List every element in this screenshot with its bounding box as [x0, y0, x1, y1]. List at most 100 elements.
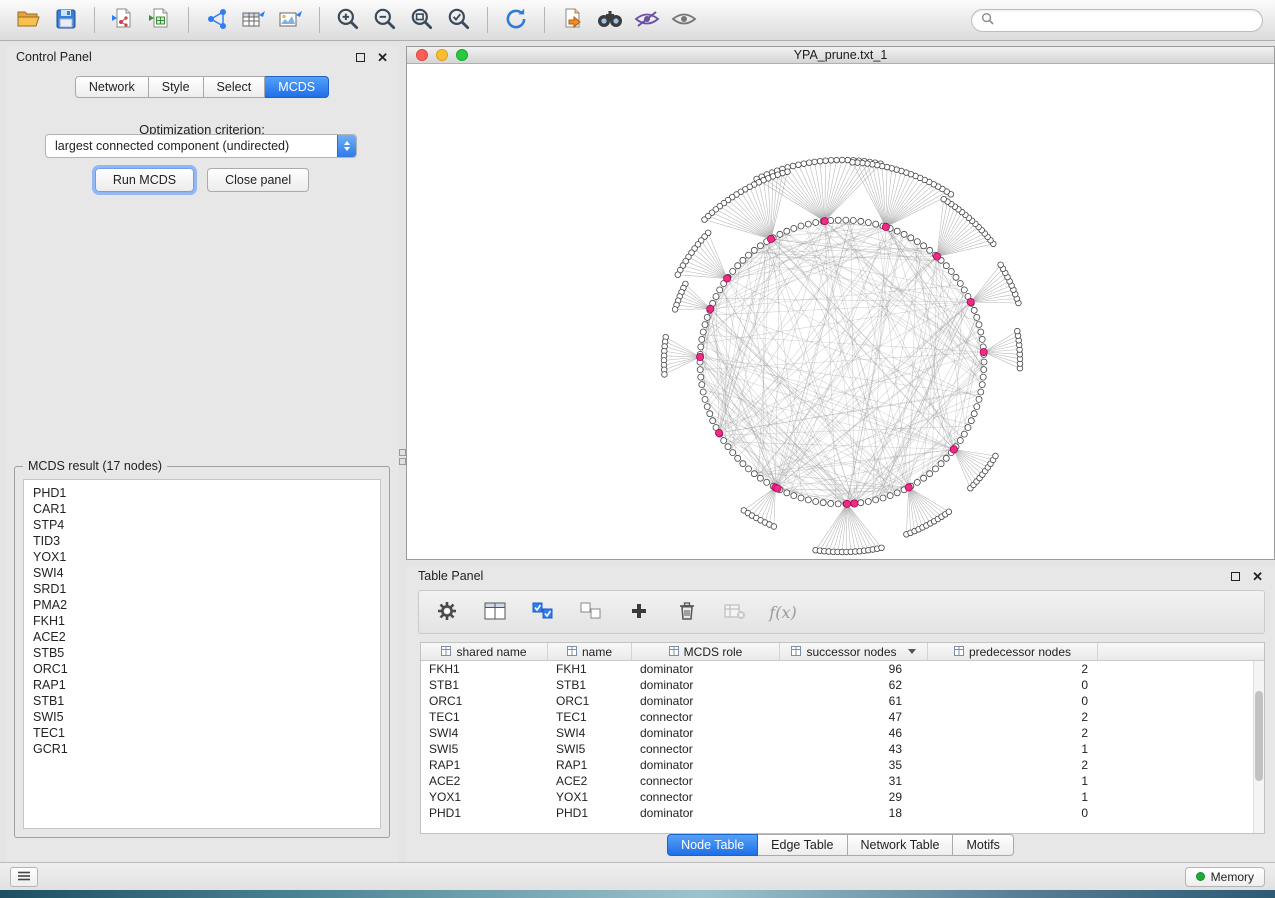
tab-mcds[interactable]: MCDS — [265, 76, 329, 98]
tab-style[interactable]: Style — [149, 76, 204, 98]
zoom-in-button[interactable] — [331, 4, 365, 36]
mcds-result-item[interactable]: STP4 — [33, 517, 371, 533]
table-settings-button[interactable] — [435, 600, 459, 624]
mcds-result-item[interactable]: SWI4 — [33, 565, 371, 581]
memory-label: Memory — [1211, 870, 1254, 884]
mcds-result-item[interactable]: PHD1 — [33, 485, 371, 501]
export-network-button[interactable] — [556, 4, 590, 36]
table-row[interactable]: ORC1ORC1dominator610 — [421, 693, 1264, 709]
mcds-result-list[interactable]: PHD1CAR1STP4TID3YOX1SWI4SRD1PMA2FKH1ACE2… — [23, 479, 381, 829]
table-cell: SWI4 — [548, 726, 632, 740]
select-all-button[interactable] — [531, 600, 555, 624]
refresh-icon — [503, 6, 529, 35]
tab-network[interactable]: Network — [75, 76, 149, 98]
table-row[interactable]: TEC1TEC1connector472 — [421, 709, 1264, 725]
close-panel-icon[interactable]: ✕ — [377, 51, 388, 64]
tab-network-table[interactable]: Network Table — [848, 834, 954, 856]
table-cell: SWI5 — [421, 742, 548, 756]
column-header-successor-nodes[interactable]: successor nodes — [780, 643, 928, 660]
table-cell: 46 — [780, 726, 928, 740]
float-panel-icon[interactable] — [356, 53, 365, 62]
window-minimize-icon[interactable] — [436, 49, 448, 61]
table-row[interactable]: PHD1PHD1dominator180 — [421, 805, 1264, 821]
mcds-result-item[interactable]: ORC1 — [33, 661, 371, 677]
criterion-select[interactable]: largest connected component (undirected) — [45, 134, 357, 158]
search-box — [971, 9, 1263, 32]
mcds-result-item[interactable]: STB1 — [33, 693, 371, 709]
create-column-button[interactable] — [627, 600, 651, 624]
tab-motifs[interactable]: Motifs — [953, 834, 1013, 856]
mcds-result-item[interactable]: ACE2 — [33, 629, 371, 645]
memory-button[interactable]: Memory — [1185, 867, 1265, 887]
save-session-button[interactable] — [49, 4, 83, 36]
new-table-button[interactable] — [237, 4, 271, 36]
scrollbar-thumb[interactable] — [1255, 691, 1263, 781]
network-window-titlebar[interactable]: YPA_prune.txt_1 — [407, 47, 1274, 64]
zoom-selected-button[interactable] — [442, 4, 476, 36]
mcds-result-item[interactable]: SWI5 — [33, 709, 371, 725]
mcds-result-item[interactable]: GCR1 — [33, 741, 371, 757]
window-zoom-icon[interactable] — [456, 49, 468, 61]
column-header-filler — [1098, 643, 1264, 660]
eye-icon — [671, 9, 697, 32]
splitter-handle[interactable] — [399, 458, 406, 465]
mcds-result-item[interactable]: TEC1 — [33, 725, 371, 741]
table-cell: ACE2 — [548, 774, 632, 788]
close-panel-icon[interactable]: ✕ — [1252, 570, 1263, 583]
node-table-header: shared name name MCDS role successor nod… — [421, 643, 1264, 661]
column-header-predecessor-nodes[interactable]: predecessor nodes — [928, 643, 1098, 660]
run-mcds-button[interactable]: Run MCDS — [95, 168, 194, 192]
export-image-button[interactable] — [274, 4, 308, 36]
column-header-mcds-role[interactable]: MCDS role — [632, 643, 780, 660]
status-menu-button[interactable] — [10, 867, 38, 887]
import-network-button[interactable] — [106, 4, 140, 36]
table-row[interactable]: RAP1RAP1dominator352 — [421, 757, 1264, 773]
table-row[interactable]: ACE2ACE2connector311 — [421, 773, 1264, 789]
tab-node-table[interactable]: Node Table — [667, 834, 758, 856]
zoom-fit-button[interactable] — [405, 4, 439, 36]
table-row[interactable]: STB1STB1dominator620 — [421, 677, 1264, 693]
table-cell: 43 — [780, 742, 928, 756]
open-session-button[interactable] — [12, 4, 46, 36]
mcds-result-item[interactable]: SRD1 — [33, 581, 371, 597]
network-canvas[interactable] — [407, 64, 1274, 559]
table-row[interactable]: YOX1YOX1connector291 — [421, 789, 1264, 805]
table-cell: 0 — [928, 694, 1098, 708]
mcds-result-item[interactable]: STB5 — [33, 645, 371, 661]
column-header-shared-name[interactable]: shared name — [421, 643, 548, 660]
table-row[interactable]: SWI5SWI5connector431 — [421, 741, 1264, 757]
eye-slash-icon — [634, 9, 660, 32]
mcds-result-item[interactable]: YOX1 — [33, 549, 371, 565]
table-cell: FKH1 — [421, 662, 548, 676]
table-row[interactable]: FKH1FKH1dominator962 — [421, 661, 1264, 677]
mcds-result-item[interactable]: FKH1 — [33, 613, 371, 629]
import-table-button[interactable] — [143, 4, 177, 36]
mcds-result-item[interactable]: PMA2 — [33, 597, 371, 613]
table-scrollbar[interactable] — [1253, 661, 1264, 833]
splitter-handle[interactable] — [399, 449, 406, 456]
refresh-layout-button[interactable] — [499, 4, 533, 36]
mcds-result-item[interactable]: TID3 — [33, 533, 371, 549]
zoom-out-button[interactable] — [368, 4, 402, 36]
find-button[interactable] — [593, 4, 627, 36]
tab-select[interactable]: Select — [204, 76, 266, 98]
mcds-result-item[interactable]: CAR1 — [33, 501, 371, 517]
float-panel-icon[interactable] — [1231, 572, 1240, 581]
table-cell: TEC1 — [421, 710, 548, 724]
new-network-button[interactable] — [200, 4, 234, 36]
show-columns-button[interactable] — [483, 600, 507, 624]
close-panel-button[interactable]: Close panel — [207, 168, 309, 192]
column-header-name[interactable]: name — [548, 643, 632, 660]
column-header-label: predecessor nodes — [969, 645, 1071, 659]
delete-column-button[interactable] — [675, 600, 699, 624]
table-row[interactable]: SWI4SWI4dominator462 — [421, 725, 1264, 741]
table-cell: connector — [632, 774, 780, 788]
tab-edge-table[interactable]: Edge Table — [758, 834, 847, 856]
search-input[interactable] — [1000, 13, 1253, 27]
fx-icon: f(x) — [769, 603, 796, 622]
deselect-all-button[interactable] — [579, 600, 603, 624]
window-close-icon[interactable] — [416, 49, 428, 61]
show-details-button[interactable] — [667, 4, 701, 36]
mcds-result-item[interactable]: RAP1 — [33, 677, 371, 693]
hide-selected-button[interactable] — [630, 4, 664, 36]
